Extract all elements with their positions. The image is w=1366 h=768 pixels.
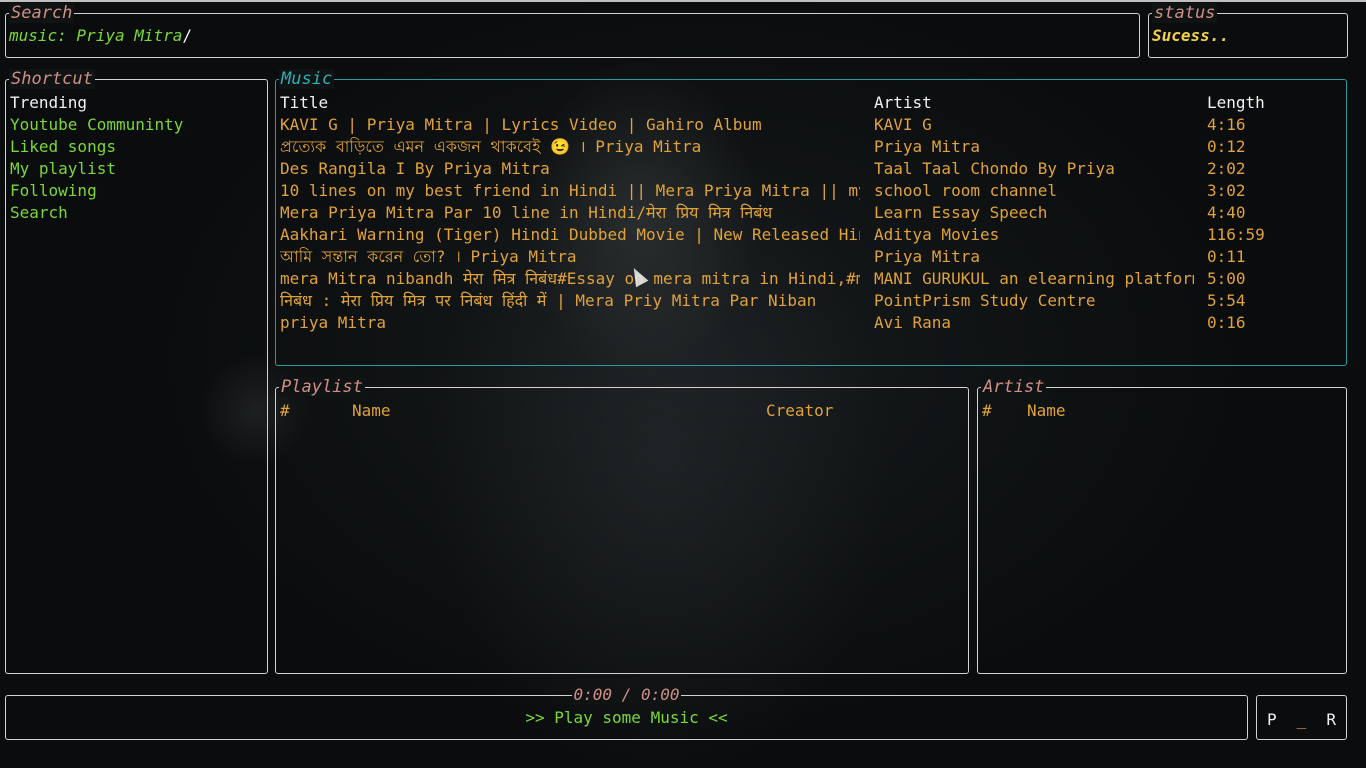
column-header-number: # [982, 401, 992, 420]
track-title: Des Rangila I By Priya Mitra [280, 159, 550, 178]
shortcut-item-search[interactable]: Search [10, 202, 183, 224]
shortcut-panel-title: Shortcut [9, 69, 95, 89]
track-length: 2:02 [1207, 159, 1246, 178]
status-panel: status Sucess.. [1148, 3, 1348, 58]
track-length: 0:12 [1207, 137, 1246, 156]
track-artist: MANI GURUKUL an elearning platform [874, 269, 1194, 288]
track-title: निबंध : मेरा प्रिय मित्र पर निबंध हिंदी … [280, 291, 817, 310]
track-length: 0:16 [1207, 313, 1246, 332]
music-panel-title: Music [279, 69, 335, 89]
controls-panel: P _ R [1256, 695, 1347, 740]
track-title: mera Mitra nibandh मेरा मित्र निबंध#Essa… [280, 269, 860, 288]
track-length: 116:59 [1207, 225, 1265, 244]
column-header-creator: Creator [766, 401, 834, 420]
track-length: 4:16 [1207, 115, 1246, 134]
text-cursor: / [182, 26, 193, 45]
track-title: Mera Priya Mitra Par 10 line in Hindi/मे… [280, 203, 773, 222]
track-title: 10 lines on my best friend in Hindi || M… [280, 181, 860, 200]
shortcut-item-youtube-community[interactable]: Youtube Communinty [10, 114, 183, 136]
track-title: KAVI G | Priya Mitra | Lyrics Video | Ga… [280, 115, 762, 134]
track-title: আমি সন্তান করেন তো? । Priya Mitra [280, 247, 577, 266]
column-header-name: Name [1027, 401, 1066, 420]
track-artist: Priya Mitra [874, 137, 980, 156]
track-length: 5:00 [1207, 269, 1246, 288]
next-button[interactable]: R [1326, 710, 1336, 729]
track-artist: Priya Mitra [874, 247, 980, 266]
playback-time: 0:00 / 0:00 [6, 685, 1247, 705]
shortcut-panel: Shortcut Trending Youtube Communinty Lik… [5, 69, 268, 674]
track-artist: Avi Rana [874, 313, 952, 332]
playback-time-text: 0:00 / 0:00 [571, 685, 682, 704]
shortcut-item-trending[interactable]: Trending [10, 92, 183, 114]
search-input[interactable]: music: Priya Mitra/ [9, 26, 192, 45]
now-playing-text: >> Play some Music << [525, 708, 728, 727]
track-length: 3:02 [1207, 181, 1246, 200]
track-artist: Taal Taal Chondo By Priya [874, 159, 1115, 178]
shortcut-item-my-playlist[interactable]: My playlist [10, 158, 183, 180]
track-artist: KAVI G [874, 115, 932, 134]
shortcut-item-following[interactable]: Following [10, 180, 183, 202]
shortcut-item-liked-songs[interactable]: Liked songs [10, 136, 183, 158]
artist-panel-title: Artist [981, 377, 1047, 397]
track-title: priya Mitra [280, 313, 386, 332]
music-panel: Music Title Artist Length KAVI G | Priya… [275, 69, 1347, 366]
track-artist: Aditya Movies [874, 225, 1000, 244]
top-border [0, 0, 1366, 2]
search-panel[interactable]: Search music: Priya Mitra/ [5, 3, 1140, 58]
track-title: প্রত্যেক বাড়িতে এমন একজন থাকবেই 😉 । Pri… [280, 137, 702, 156]
playlist-panel-title: Playlist [279, 377, 365, 397]
column-header-title: Title [280, 93, 329, 112]
track-title: Aakhari Warning (Tiger) Hindi Dubbed Mov… [280, 225, 860, 244]
track-artist: PointPrism Study Centre [874, 291, 1096, 310]
column-header-artist: Artist [874, 93, 932, 112]
artist-panel: Artist # Name [977, 377, 1347, 674]
track-length: 5:54 [1207, 291, 1246, 310]
shortcut-list: Trending Youtube Communinty Liked songs … [10, 92, 183, 224]
column-header-name: Name [352, 401, 391, 420]
playlist-panel: Playlist # Name Creator [275, 377, 969, 674]
status-text: Sucess.. [1152, 26, 1230, 45]
search-query: music: Priya Mitra [9, 26, 183, 45]
terminal-window: Search music: Priya Mitra/ status Sucess… [0, 0, 1366, 768]
play-pause-button[interactable]: _ [1297, 710, 1307, 729]
column-header-length: Length [1207, 93, 1265, 112]
playback-controls: P _ R [1257, 710, 1346, 729]
previous-button[interactable]: P [1267, 710, 1277, 729]
track-length: 4:40 [1207, 203, 1246, 222]
track-artist: Learn Essay Speech [874, 203, 1048, 222]
track-length: 0:11 [1207, 247, 1246, 266]
search-panel-title: Search [9, 3, 75, 23]
column-header-number: # [280, 401, 290, 420]
status-panel-title: status [1152, 3, 1218, 23]
player-panel: 0:00 / 0:00 >> Play some Music << [5, 685, 1248, 740]
track-artist: school room channel [874, 181, 1058, 200]
